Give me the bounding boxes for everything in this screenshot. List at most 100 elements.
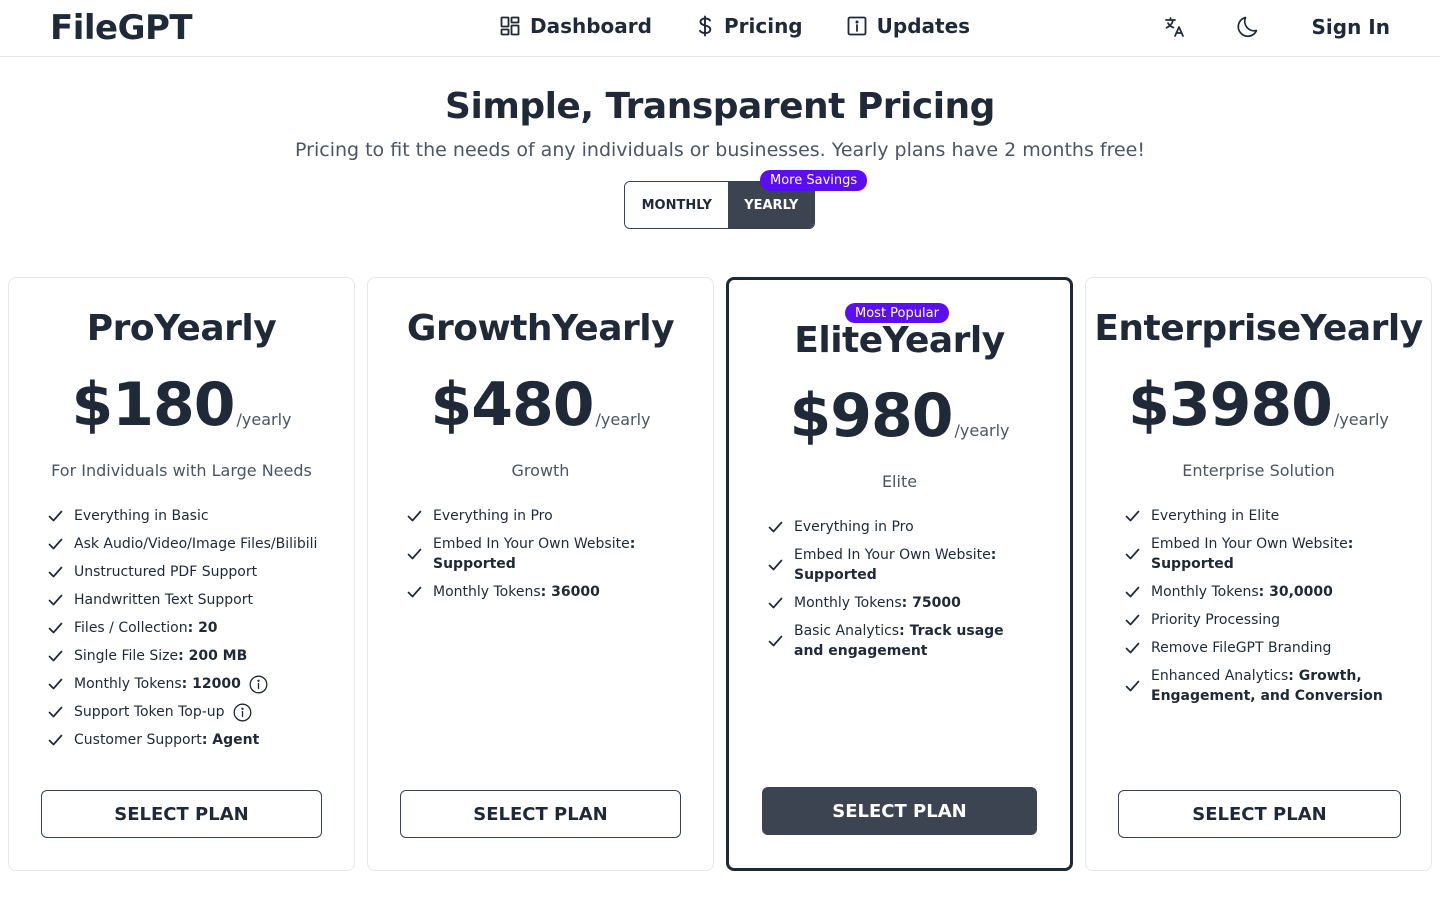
nav-updates-label: Updates <box>876 14 971 38</box>
dollar-icon <box>699 15 712 37</box>
feature-value: : 20 <box>187 620 218 636</box>
logo[interactable]: FileGPT <box>50 8 193 48</box>
check-icon <box>407 586 422 598</box>
feature-text: Priority Processing <box>1151 612 1281 628</box>
check-icon <box>48 566 63 578</box>
check-icon <box>1125 548 1140 560</box>
feature-text: Everything in Basic <box>74 508 209 524</box>
select-plan-button-elite[interactable]: SELECT PLAN <box>762 787 1037 835</box>
list-item: Monthly Tokens: 36000 <box>407 582 667 602</box>
main-nav: Dashboard Pricing Updates <box>500 14 1014 38</box>
feature-text: Monthly Tokens <box>1151 584 1259 600</box>
check-icon <box>1125 614 1140 626</box>
sign-in-button[interactable]: Sign In <box>1312 15 1390 39</box>
check-icon <box>768 559 783 571</box>
list-item: Monthly Tokens: 12000 <box>48 674 338 694</box>
list-item: Embed In Your Own Website: Supported <box>407 534 667 574</box>
plan-card-elite: Most Popular EliteYearly $980 /yearly El… <box>726 277 1073 871</box>
select-plan-button-growth[interactable]: SELECT PLAN <box>400 790 681 838</box>
feature-value: : 30,0000 <box>1258 584 1333 600</box>
plan-card-growth: GrowthYearly $480 /yearly Growth Everyth… <box>367 277 714 871</box>
plan-name: EnterpriseYearly <box>1094 308 1423 349</box>
list-item: Support Token Top-up <box>48 702 338 722</box>
list-item: Everything in Basic <box>48 506 338 526</box>
language-button[interactable] <box>1164 16 1186 38</box>
list-item: Single File Size: 200 MB <box>48 646 338 666</box>
select-plan-button-pro[interactable]: SELECT PLAN <box>41 790 322 838</box>
feature-text: Customer Support <box>74 732 202 748</box>
feature-text: Everything in Elite <box>1151 508 1280 524</box>
check-icon <box>48 650 63 662</box>
plan-description: For Individuals with Large Needs <box>51 461 312 480</box>
list-item: Embed In Your Own Website: Supported <box>768 545 1028 585</box>
check-icon <box>768 521 783 533</box>
more-savings-badge: More Savings <box>760 170 868 191</box>
nav-dashboard[interactable]: Dashboard <box>500 14 652 38</box>
feature-text: Unstructured PDF Support <box>74 564 258 580</box>
nav-pricing-label: Pricing <box>723 14 803 38</box>
feature-text: Remove FileGPT Branding <box>1151 640 1332 656</box>
price-row: $480 /yearly <box>368 370 713 440</box>
theme-toggle-button[interactable] <box>1236 14 1262 40</box>
feature-text: Single File Size <box>74 648 179 664</box>
list-item: Embed In Your Own Website: Supported <box>1125 534 1385 574</box>
feature-text: Support Token Top-up <box>74 704 225 720</box>
list-item: Priority Processing <box>1125 610 1385 630</box>
feature-value: : 75000 <box>901 595 961 611</box>
feature-text: Ask Audio/Video/Image Files/Bilibili <box>74 536 318 552</box>
check-icon <box>48 510 63 522</box>
nav-updates[interactable]: Updates <box>847 14 970 38</box>
list-item: Unstructured PDF Support <box>48 562 338 582</box>
plan-period: /yearly <box>236 410 292 429</box>
list-item: Everything in Pro <box>407 506 667 526</box>
feature-list: Everything in Pro Embed In Your Own Webs… <box>407 506 667 610</box>
plan-description: Elite <box>881 472 918 491</box>
feature-list: Everything in Basic Ask Audio/Video/Imag… <box>48 506 338 758</box>
plan-card-pro: ProYearly $180 /yearly For Individuals w… <box>8 277 355 871</box>
check-icon <box>48 622 63 634</box>
plan-name: GrowthYearly <box>406 308 675 349</box>
list-item: Monthly Tokens: 30,0000 <box>1125 582 1385 602</box>
feature-text: Embed In Your Own Website <box>1151 536 1348 552</box>
translate-icon <box>1164 17 1184 37</box>
monthly-toggle-button[interactable]: MONTHLY <box>625 182 729 228</box>
check-icon <box>48 678 63 690</box>
check-icon <box>1125 642 1140 654</box>
check-icon <box>407 510 422 522</box>
price-row: $3980 /yearly <box>1086 370 1431 440</box>
select-plan-button-enterprise[interactable]: SELECT PLAN <box>1118 790 1401 838</box>
plan-price: $480 <box>430 370 595 440</box>
check-icon <box>1125 680 1140 692</box>
feature-list: Everything in Elite Embed In Your Own We… <box>1125 506 1385 714</box>
plan-description: Enterprise Solution <box>1182 461 1335 480</box>
list-item: Customer Support: Agent <box>48 730 338 750</box>
info-box-icon <box>847 16 867 36</box>
top-navbar: FileGPT Dashboard Pricing Updates Sign I… <box>0 0 1440 57</box>
page-title: Simple, Transparent Pricing <box>445 86 995 127</box>
plan-card-enterprise: EnterpriseYearly $3980 /yearly Enterpris… <box>1085 277 1432 871</box>
plan-price: $3980 <box>1128 370 1333 440</box>
check-icon <box>768 635 783 647</box>
list-item: Handwritten Text Support <box>48 590 338 610</box>
list-item: Enhanced Analytics: Growth, Engagement, … <box>1125 666 1385 706</box>
page-subtitle: Pricing to fit the needs of any individu… <box>295 139 1145 161</box>
check-icon <box>48 538 63 550</box>
feature-text: Handwritten Text Support <box>74 592 253 608</box>
feature-text: Everything in Pro <box>794 519 914 535</box>
dashboard-grid-icon <box>500 16 520 36</box>
plan-description: Growth <box>511 461 570 480</box>
feature-value: : 36000 <box>540 584 600 600</box>
feature-value: : Agent <box>201 732 260 748</box>
info-circle-icon[interactable] <box>233 703 252 722</box>
check-icon <box>48 706 63 718</box>
moon-icon <box>1236 16 1257 38</box>
feature-text: Embed In Your Own Website <box>794 547 991 563</box>
price-row: $980 /yearly <box>729 381 1070 451</box>
check-icon <box>1125 586 1140 598</box>
price-row: $180 /yearly <box>9 370 354 440</box>
info-circle-icon[interactable] <box>249 675 268 694</box>
feature-text: Monthly Tokens <box>433 584 541 600</box>
plan-name: ProYearly <box>86 308 277 349</box>
nav-pricing[interactable]: Pricing <box>696 14 803 38</box>
plan-period: /yearly <box>1333 410 1389 429</box>
